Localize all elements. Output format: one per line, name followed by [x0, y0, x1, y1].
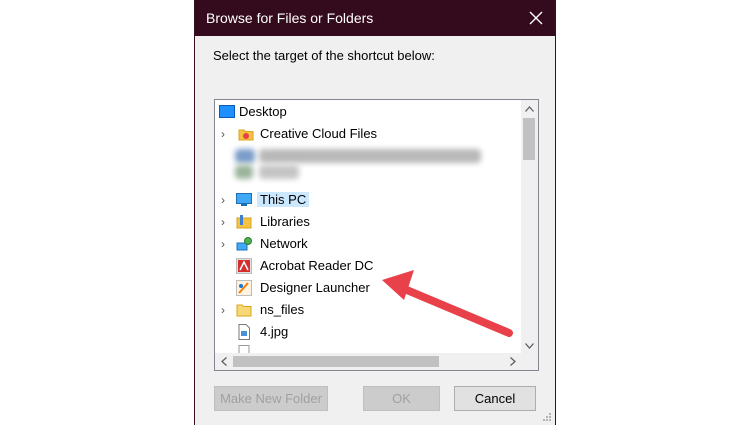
annotation-arrow-icon	[382, 270, 513, 337]
